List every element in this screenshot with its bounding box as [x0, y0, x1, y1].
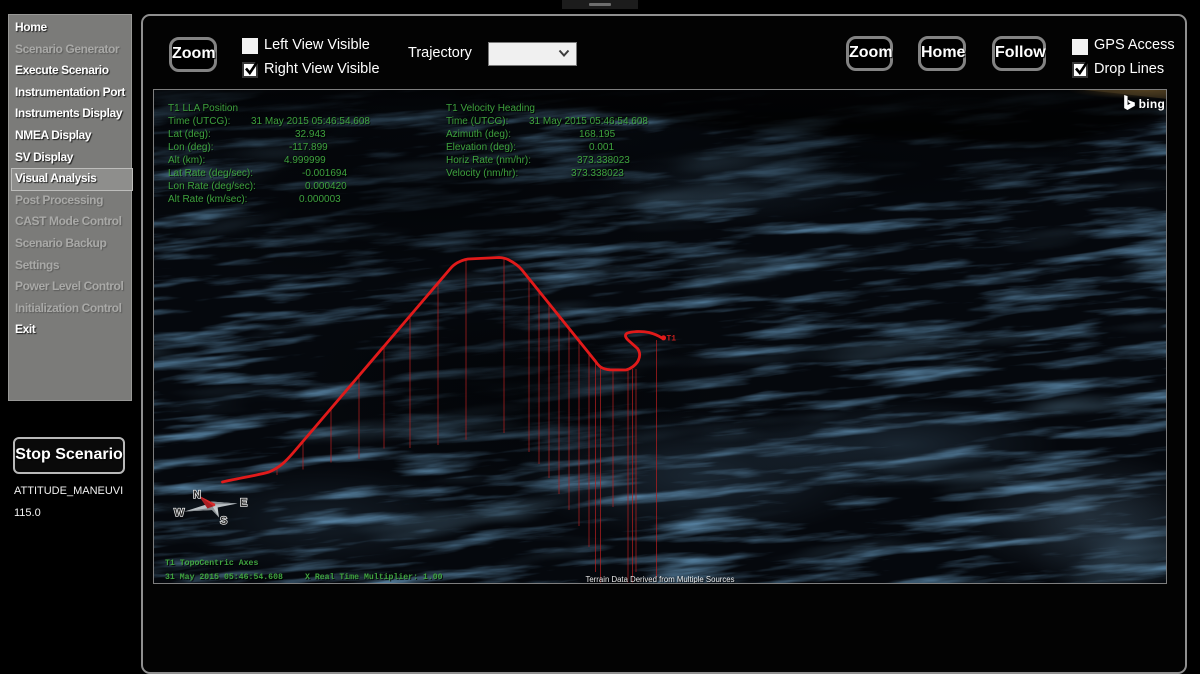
- svg-text:S: S: [220, 515, 227, 527]
- svg-text:T1: T1: [667, 335, 677, 344]
- svg-text:N: N: [193, 489, 201, 501]
- svg-text:W: W: [174, 507, 185, 519]
- svg-text:E: E: [240, 497, 247, 509]
